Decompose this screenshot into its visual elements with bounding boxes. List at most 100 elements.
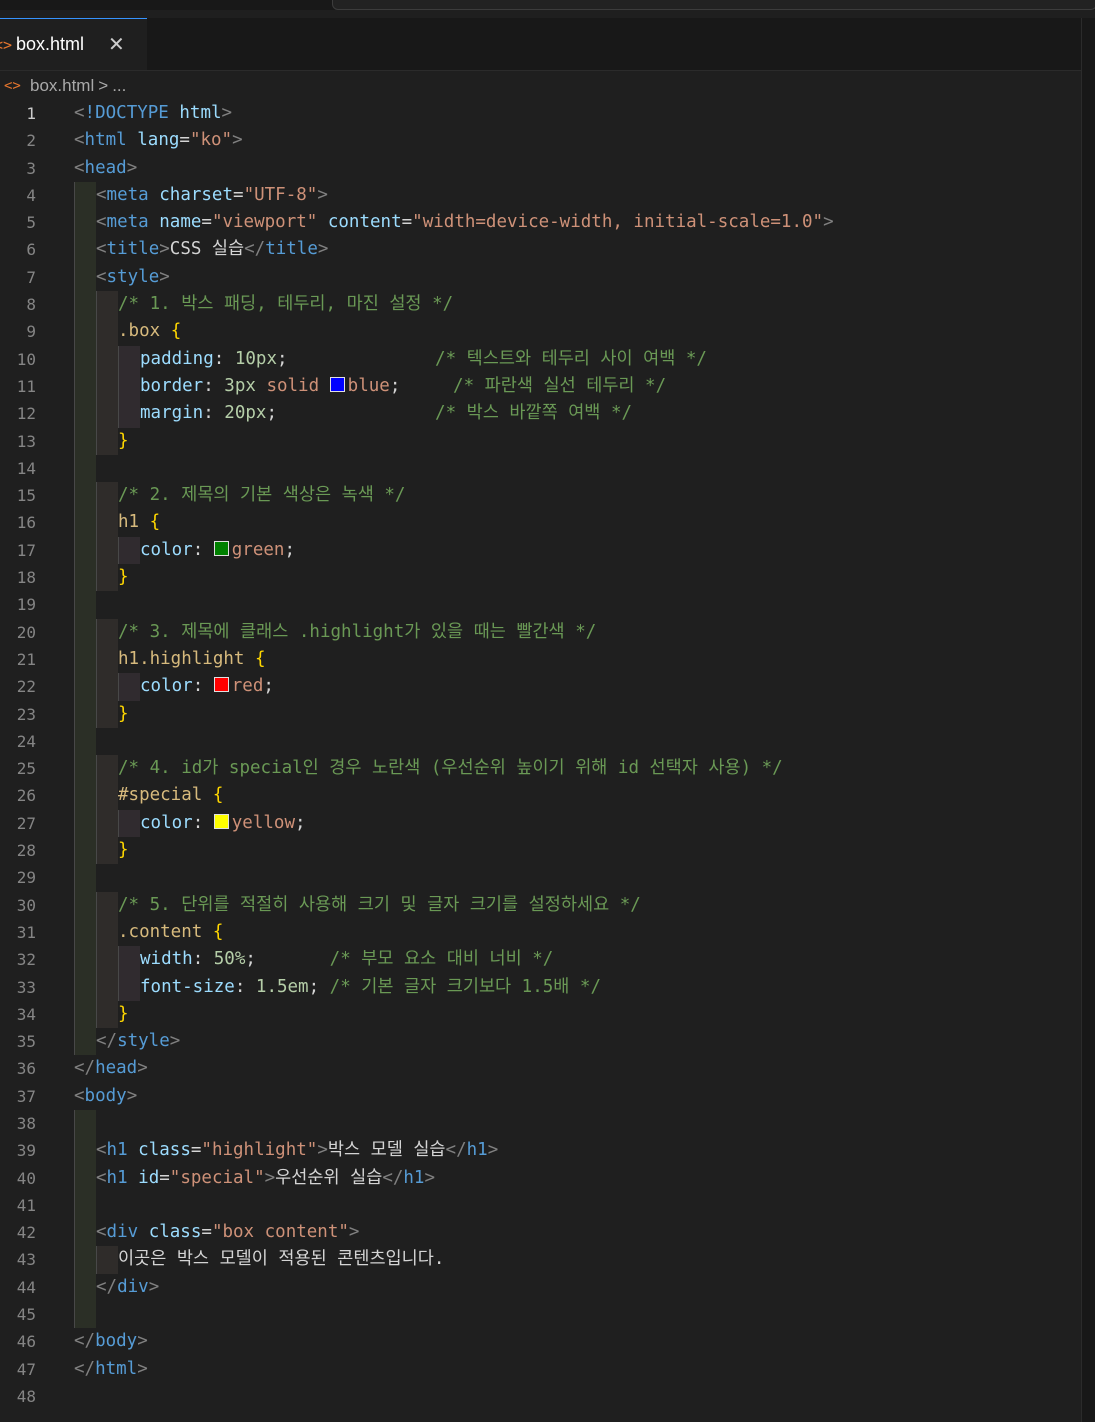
code-text: h1 {	[118, 509, 160, 536]
code-token: :	[234, 976, 256, 997]
code-token: =	[201, 212, 212, 233]
code-text: color: yellow;	[140, 810, 306, 837]
code-token: title	[265, 239, 318, 260]
indent-guide	[118, 400, 140, 428]
code-token: head	[84, 157, 127, 178]
code-token: /* 부모 요소 대비 너비 */	[329, 949, 554, 970]
code-line: </div>	[74, 1273, 1081, 1302]
breadcrumb-file[interactable]: box.html	[30, 76, 94, 96]
indent-guide	[74, 345, 96, 373]
code-token: >	[221, 103, 233, 123]
code-token: "box content"	[211, 1222, 349, 1243]
breadcrumb: <> box.html > ...	[0, 71, 1095, 101]
code-text: /* 5. 단위를 적절히 사용해 크기 및 글자 크기를 설정하세요 */	[118, 892, 641, 919]
line-number: 27	[16, 813, 36, 833]
code-token: ;	[294, 812, 306, 833]
indent-guide	[74, 291, 96, 319]
code-line: .content {	[74, 918, 1081, 947]
code-line: 이곳은 박스 모델이 적용된 콘텐츠입니다.	[74, 1246, 1081, 1274]
code-editor[interactable]: 1 2 3 4 5 6 7 8 9 10 11 12 13 14 15 16 17 18 19 20 21 22 23 24 2…	[0, 100, 1081, 1406]
line-number: 41	[16, 1195, 36, 1215]
code-token: green	[231, 539, 285, 560]
code-token: "width=device-width, initial-scale=1.0"	[412, 212, 824, 233]
code-token: :	[192, 676, 214, 697]
code-token: >	[823, 212, 834, 233]
code-token: color	[140, 676, 193, 697]
color-swatch-icon[interactable]	[213, 540, 229, 556]
code-token: 우선순위 실습	[275, 1167, 383, 1188]
code-token: >	[169, 1031, 181, 1052]
color-swatch-icon[interactable]	[213, 677, 229, 693]
code-token: /* 텍스트와 테두리 사이 여백 */	[435, 348, 707, 369]
code-line	[74, 727, 1081, 756]
breadcrumb-more[interactable]: ...	[112, 76, 126, 96]
code-token: h1	[106, 1140, 128, 1161]
code-token: 50%	[213, 949, 246, 970]
code-text: /* 3. 제목에 클래스 .highlight가 있을 때는 빨간색 */	[118, 619, 596, 646]
indent-guide	[74, 236, 96, 264]
code-token: }	[118, 1003, 129, 1024]
command-center[interactable]	[332, 0, 1095, 10]
code-line: width: 50%; /* 부모 요소 대비 너비 */	[74, 946, 1081, 974]
code-text: /* 4. id가 special인 경우 노란색 (우선순위 높이기 위해 i…	[118, 755, 783, 782]
line-number: 30	[16, 895, 36, 915]
code-token: <	[96, 184, 107, 205]
line-number: 17	[16, 540, 36, 560]
indent-guide	[74, 1164, 96, 1192]
code-token: </	[74, 1358, 96, 1379]
code-token: style	[106, 266, 160, 287]
code-text: width: 50%; /* 부모 요소 대비 너비 */	[140, 946, 553, 973]
code-line: }	[74, 427, 1081, 455]
line-number: 15	[16, 486, 36, 506]
code-token: ;	[277, 348, 436, 369]
close-icon[interactable]: ✕	[108, 32, 125, 57]
indent-guide	[74, 1246, 96, 1274]
line-number: 26	[16, 786, 36, 806]
color-swatch-icon[interactable]	[329, 376, 345, 392]
line-number: 29	[16, 868, 36, 888]
code-line: /* 1. 박스 패딩, 테두리, 마진 설정 */	[74, 291, 1081, 319]
line-number: 22	[16, 677, 36, 697]
code-token: class	[138, 1140, 191, 1161]
code-line: /* 5. 단위를 적절히 사용해 크기 및 글자 크기를 설정하세요 */	[74, 891, 1081, 919]
code-token: <	[96, 266, 107, 287]
color-swatch-icon[interactable]	[213, 813, 229, 829]
code-token: yellow	[231, 812, 295, 833]
line-number: 12	[16, 404, 36, 424]
tab-box-html[interactable]: <> box.html ✕	[0, 18, 147, 70]
code-token: "ko"	[189, 130, 233, 151]
code-token: ;	[263, 676, 274, 697]
code-token: 3px	[224, 375, 256, 396]
code-token: =	[190, 1140, 202, 1161]
code-token: =	[233, 184, 244, 205]
line-number: 32	[16, 950, 36, 970]
code-area[interactable]: <!DOCTYPE html> <html lang="ko"> <head> <me…	[74, 100, 1081, 1410]
code-token: >	[317, 184, 328, 205]
code-token: /* 기본 글자 크기보다 1.5배 */	[329, 976, 602, 997]
code-token: font-size	[140, 976, 235, 997]
indent-guide	[74, 427, 96, 455]
code-line: <div class="box content">	[74, 1219, 1081, 1247]
indent-guide	[96, 400, 118, 428]
code-token: >	[137, 1358, 148, 1379]
code-line	[74, 1301, 1081, 1329]
code-line: #special {	[74, 782, 1081, 810]
code-token: /* 3. 제목에 클래스 .highlight가 있을 때는 빨간색 */	[118, 621, 597, 642]
line-number: 2	[26, 131, 36, 151]
code-line: font-size: 1.5em; /* 기본 글자 크기보다 1.5배 */	[74, 973, 1081, 1001]
indent-guide	[74, 918, 96, 947]
indent-guide	[96, 782, 118, 810]
code-token: >	[137, 1331, 148, 1352]
code-token: 10px	[234, 348, 277, 369]
indent-guide	[74, 755, 96, 783]
indent-guide	[118, 673, 140, 701]
code-token: padding	[140, 348, 214, 369]
editor-scrollbar[interactable]	[1081, 18, 1095, 1422]
line-number: 44	[16, 1277, 36, 1297]
code-line: color: yellow;	[74, 809, 1081, 838]
indent-guide	[74, 673, 96, 701]
tab-bar: <> box.html ✕	[0, 18, 1095, 71]
code-token: body	[84, 1085, 127, 1106]
